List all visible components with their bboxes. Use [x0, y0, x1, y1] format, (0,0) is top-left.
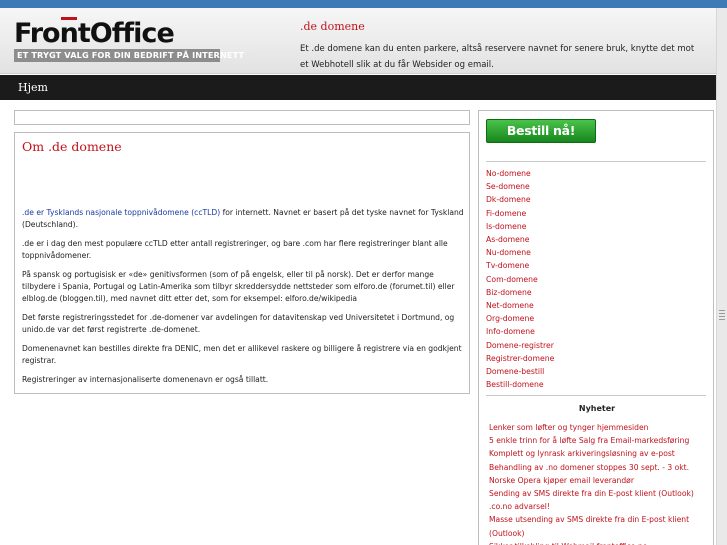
domain-link[interactable]: Com-domene [486, 273, 554, 286]
domain-link[interactable]: Tv-domene [486, 259, 554, 272]
header-title: .de domene [300, 20, 365, 33]
domain-link[interactable]: Org-domene [486, 312, 554, 325]
article-paragraph-text: Domenenavnet kan bestilles direkte fra D… [22, 344, 462, 365]
domain-link[interactable]: Se-domene [486, 180, 554, 193]
site-header: Fro ntOffice ET TRYGT VALG FOR DIN BEDRIF… [0, 8, 716, 74]
news-heading: Nyheter [578, 404, 616, 413]
news-link[interactable]: Masse utsending av SMS direkte fra din E… [489, 513, 709, 539]
header-description: Et .de domene kan du enten parkere, alts… [300, 44, 695, 70]
domain-link[interactable]: No-domene [486, 167, 554, 180]
logo-text-part: tOffice [77, 18, 175, 49]
domain-link[interactable]: Registrer-domene [486, 352, 554, 365]
top-content-box [14, 110, 470, 125]
article-panel: Om .de domene .de er Tysklands nasjonale… [14, 132, 470, 394]
article-link[interactable]: .de er Tysklands nasjonale toppnivådomen… [22, 208, 220, 217]
nav-item-home[interactable]: Hjem [18, 81, 48, 94]
domain-link[interactable]: Dk-domene [486, 193, 554, 206]
article-paragraph-text: På spansk og portugisisk er «de» genitiv… [22, 270, 455, 303]
article-paragraph: .de er i dag den mest populære ccTLD ett… [22, 238, 468, 262]
sidebar: Bestill nå! No-domene Se-domene Dk-domene F… [478, 110, 714, 545]
domain-link[interactable]: Biz-domene [486, 286, 554, 299]
logo-accent-letter: n [59, 17, 79, 49]
domain-link-list: No-domene Se-domene Dk-domene Fi-domene Is-d… [486, 167, 554, 391]
domain-link[interactable]: Is-domene [486, 220, 554, 233]
browser-top-bar [0, 0, 727, 8]
order-now-button[interactable]: Bestill nå! [486, 119, 596, 143]
article-paragraph: Det første registreringsstedet for .de-d… [22, 312, 468, 336]
domain-link[interactable]: Bestill-domene [486, 378, 554, 391]
news-link[interactable]: 5 enkle trinn for å løfte Salg fra Email… [489, 434, 709, 447]
news-link[interactable]: Behandling av .no domener stoppes 30 sep… [489, 461, 709, 474]
article-paragraph-text: .de er i dag den mest populære ccTLD ett… [22, 239, 448, 260]
news-link[interactable]: Komplett og lynrask arkiveringsløsning a… [489, 447, 709, 460]
domain-link[interactable]: Fi-domene [486, 207, 554, 220]
article-paragraph: Registreringer av internasjonaliserte do… [22, 374, 468, 386]
page-scrollbar[interactable] [716, 8, 727, 545]
article-paragraph: .de er Tysklands nasjonale toppnivådomen… [22, 207, 468, 231]
domain-link[interactable]: Net-domene [486, 299, 554, 312]
news-link[interactable]: .co.no advarsel! [489, 500, 709, 513]
logo-text-part: Fro [14, 18, 61, 49]
domain-link[interactable]: Nu-domene [486, 246, 554, 259]
domain-link[interactable]: Domene-bestill [486, 365, 554, 378]
logo-wordmark: Fro ntOffice [14, 17, 234, 49]
logo-tagline: ET TRYGT VALG FOR DIN BEDRIFT PÅ INTERNE… [14, 49, 244, 62]
sidebar-divider [486, 395, 706, 396]
sidebar-divider [486, 161, 706, 162]
news-link[interactable]: Lenker som løfter og tynger hjemmesiden [489, 421, 709, 434]
article-paragraph: På spansk og portugisisk er «de» genitiv… [22, 269, 468, 305]
scrollbar-grip-icon[interactable] [719, 308, 725, 330]
news-link[interactable]: Sending av SMS direkte fra din E-post kl… [489, 487, 709, 500]
frontoffice-logo[interactable]: Fro ntOffice ET TRYGT VALG FOR DIN BEDRIF… [14, 17, 244, 76]
domain-link[interactable]: As-domene [486, 233, 554, 246]
article-body: .de er Tysklands nasjonale toppnivådomen… [22, 207, 468, 393]
article-title: Om .de domene [22, 139, 122, 154]
article-paragraph: Domenenavnet kan bestilles direkte fra D… [22, 343, 468, 367]
news-link-list: Lenker som løfter og tynger hjemmesiden 5… [489, 421, 709, 545]
main-nav: Hjem [0, 75, 716, 100]
article-paragraph-text: Registreringer av internasjonaliserte do… [22, 375, 269, 384]
news-link[interactable]: Sikker tilkobling til Webmail frontoffic… [489, 540, 709, 545]
domain-link[interactable]: Info-domene [486, 325, 554, 338]
article-paragraph-text: Det første registreringsstedet for .de-d… [22, 313, 455, 334]
news-link[interactable]: Norske Opera kjøper email leverandør [489, 474, 709, 487]
domain-link[interactable]: Domene-registrer [486, 339, 554, 352]
